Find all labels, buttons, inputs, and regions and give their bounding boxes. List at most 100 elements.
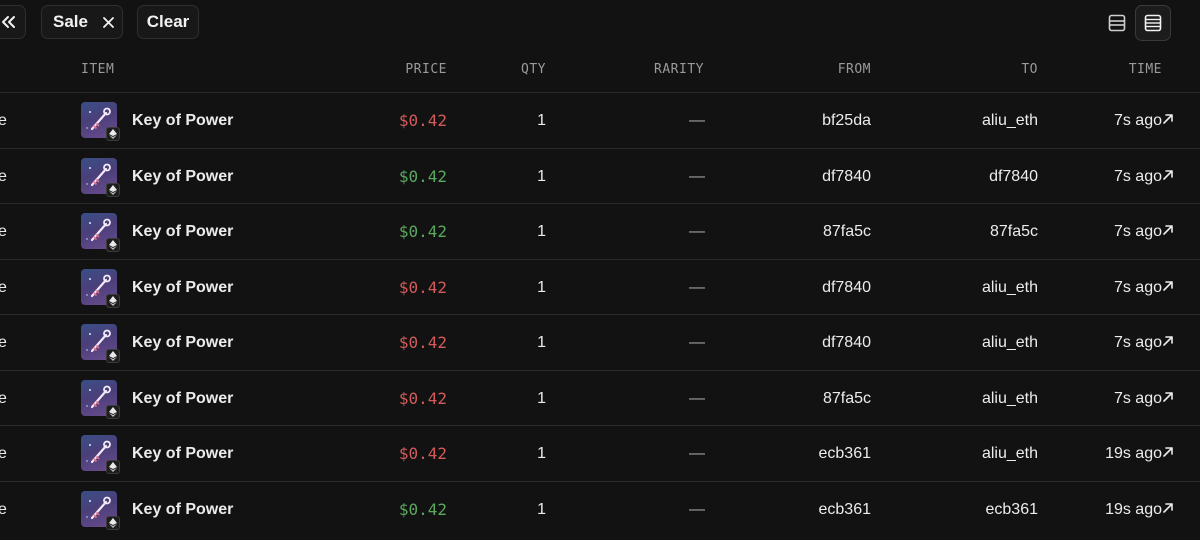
external-link-arrow-icon[interactable] [1162, 112, 1174, 130]
external-link-arrow-icon[interactable] [1162, 501, 1174, 519]
from-address-link[interactable]: df7840 [822, 260, 871, 315]
from-address-link[interactable]: bf25da [822, 93, 871, 148]
external-link-arrow-icon[interactable] [1162, 279, 1174, 297]
price-value: $0.42 [398, 388, 447, 408]
time-link[interactable]: 7s ago [1114, 371, 1162, 426]
rarity-value: — [689, 167, 705, 185]
item-thumbnail[interactable] [81, 102, 120, 141]
quantity-value: 1 [537, 445, 546, 462]
table-row[interactable]: e Key of Power $0.42 1 — ecb361 aliu_eth 19s ag… [0, 425, 1200, 481]
external-link-arrow-icon[interactable] [1162, 390, 1174, 408]
activity-table-body: e Key of Power $0.42 1 — bf25da aliu_eth 7s ago… [0, 92, 1200, 536]
ethereum-icon [106, 404, 120, 419]
time-link[interactable]: 19s ago [1105, 426, 1162, 481]
quantity-value: 1 [537, 334, 546, 351]
header-rarity[interactable]: RARITY [654, 52, 704, 92]
close-icon[interactable] [102, 16, 115, 29]
table-row[interactable]: e Key of Power $0.42 1 — bf25da aliu_eth 7s ago [0, 92, 1200, 148]
item-name[interactable]: Key of Power [132, 426, 233, 481]
from-address-link[interactable]: 87fa5c [823, 204, 871, 259]
to-address-link[interactable]: aliu_eth [982, 426, 1038, 481]
header-price[interactable]: PRICE [405, 52, 447, 92]
ethereum-icon [106, 349, 120, 363]
ethereum-icon [106, 238, 120, 252]
rarity-value: — [689, 223, 705, 240]
event-type: e [0, 334, 7, 351]
time-link[interactable]: 7s ago [1114, 315, 1162, 370]
rarity-value: — [689, 278, 705, 296]
price-value: $0.42 [398, 222, 447, 241]
time-link[interactable]: 7s ago [1114, 93, 1162, 148]
item-name[interactable]: Key of Power [132, 315, 233, 370]
to-address-link[interactable]: aliu_eth [982, 315, 1038, 370]
item-thumbnail[interactable] [81, 268, 120, 308]
to-address-link[interactable]: aliu_eth [982, 371, 1038, 426]
rows-compact-icon [1108, 14, 1126, 32]
from-address-link[interactable]: df7840 [822, 315, 871, 370]
item-name[interactable]: Key of Power [132, 93, 233, 148]
table-row[interactable]: e Key of Power $0.42 1 — df7840 aliu_eth 7s ago [0, 258, 1200, 315]
price-value: $0.42 [398, 166, 447, 186]
table-row[interactable]: e Key of Power $0.42 1 — ecb361 ecb361 19s ago [0, 480, 1200, 537]
item-thumbnail[interactable] [81, 213, 120, 252]
quantity-value: 1 [537, 389, 546, 407]
item-thumbnail[interactable] [81, 435, 120, 474]
header-from[interactable]: FROM [838, 52, 871, 92]
table-row[interactable]: e Key of Power $0.42 1 — 87fa5c aliu_eth 7s ago [0, 369, 1200, 426]
item-thumbnail[interactable] [81, 157, 120, 197]
price-value: $0.42 [398, 111, 447, 130]
rarity-value: — [689, 112, 705, 129]
from-address-link[interactable]: ecb361 [819, 482, 872, 537]
item-thumbnail[interactable] [81, 324, 120, 363]
to-address-link[interactable]: df7840 [989, 149, 1038, 204]
from-address-link[interactable]: 87fa5c [823, 371, 871, 426]
view-compact-button[interactable] [1099, 5, 1135, 41]
from-address-link[interactable]: ecb361 [819, 426, 872, 481]
table-row[interactable]: e Key of Power $0.42 1 — df7840 df7840 7s ago [0, 147, 1200, 204]
to-address-link[interactable]: aliu_eth [982, 93, 1038, 148]
item-thumbnail[interactable] [81, 379, 120, 419]
table-row[interactable]: e Key of Power $0.42 1 — df7840 aliu_eth 7s ago [0, 314, 1200, 370]
view-list-button[interactable] [1135, 5, 1171, 41]
ethereum-icon [106, 127, 120, 141]
ethereum-icon [106, 182, 120, 197]
table-row[interactable]: e Key of Power $0.42 1 — 87fa5c 87fa5c 7s ago [0, 203, 1200, 259]
time-link[interactable]: 7s ago [1114, 260, 1162, 315]
item-name[interactable]: Key of Power [132, 371, 233, 426]
event-type: e [0, 389, 7, 407]
item-name[interactable]: Key of Power [132, 204, 233, 259]
quantity-value: 1 [537, 500, 546, 518]
to-address-link[interactable]: 87fa5c [990, 204, 1038, 259]
ethereum-icon [106, 515, 120, 530]
event-type: e [0, 500, 7, 518]
collapse-sidebar-button[interactable] [0, 5, 26, 39]
rarity-value: — [689, 389, 705, 407]
from-address-link[interactable]: df7840 [822, 149, 871, 204]
toolbar: Sale Clear [0, 0, 1200, 46]
external-link-arrow-icon[interactable] [1162, 168, 1174, 186]
filter-chip-label: Sale [53, 12, 88, 31]
to-address-link[interactable]: ecb361 [986, 482, 1039, 537]
time-link[interactable]: 19s ago [1105, 482, 1162, 537]
external-link-arrow-icon[interactable] [1162, 334, 1174, 352]
header-qty[interactable]: QTY [521, 52, 546, 92]
price-value: $0.42 [398, 333, 447, 352]
time-link[interactable]: 7s ago [1114, 204, 1162, 259]
header-to[interactable]: TO [1021, 52, 1038, 92]
to-address-link[interactable]: aliu_eth [982, 260, 1038, 315]
item-name[interactable]: Key of Power [132, 260, 233, 315]
rows-list-icon [1144, 14, 1162, 32]
quantity-value: 1 [537, 278, 546, 296]
event-type: e [0, 278, 7, 296]
item-thumbnail[interactable] [81, 490, 120, 530]
header-item[interactable]: ITEM [81, 52, 114, 92]
item-name[interactable]: Key of Power [132, 149, 233, 204]
rarity-value: — [689, 500, 705, 518]
time-link[interactable]: 7s ago [1114, 149, 1162, 204]
external-link-arrow-icon[interactable] [1162, 223, 1174, 241]
ethereum-icon [106, 460, 120, 474]
external-link-arrow-icon[interactable] [1162, 445, 1174, 463]
item-name[interactable]: Key of Power [132, 482, 233, 537]
header-time[interactable]: TIME [1129, 52, 1162, 92]
clear-filters-button[interactable]: Clear [137, 5, 199, 39]
